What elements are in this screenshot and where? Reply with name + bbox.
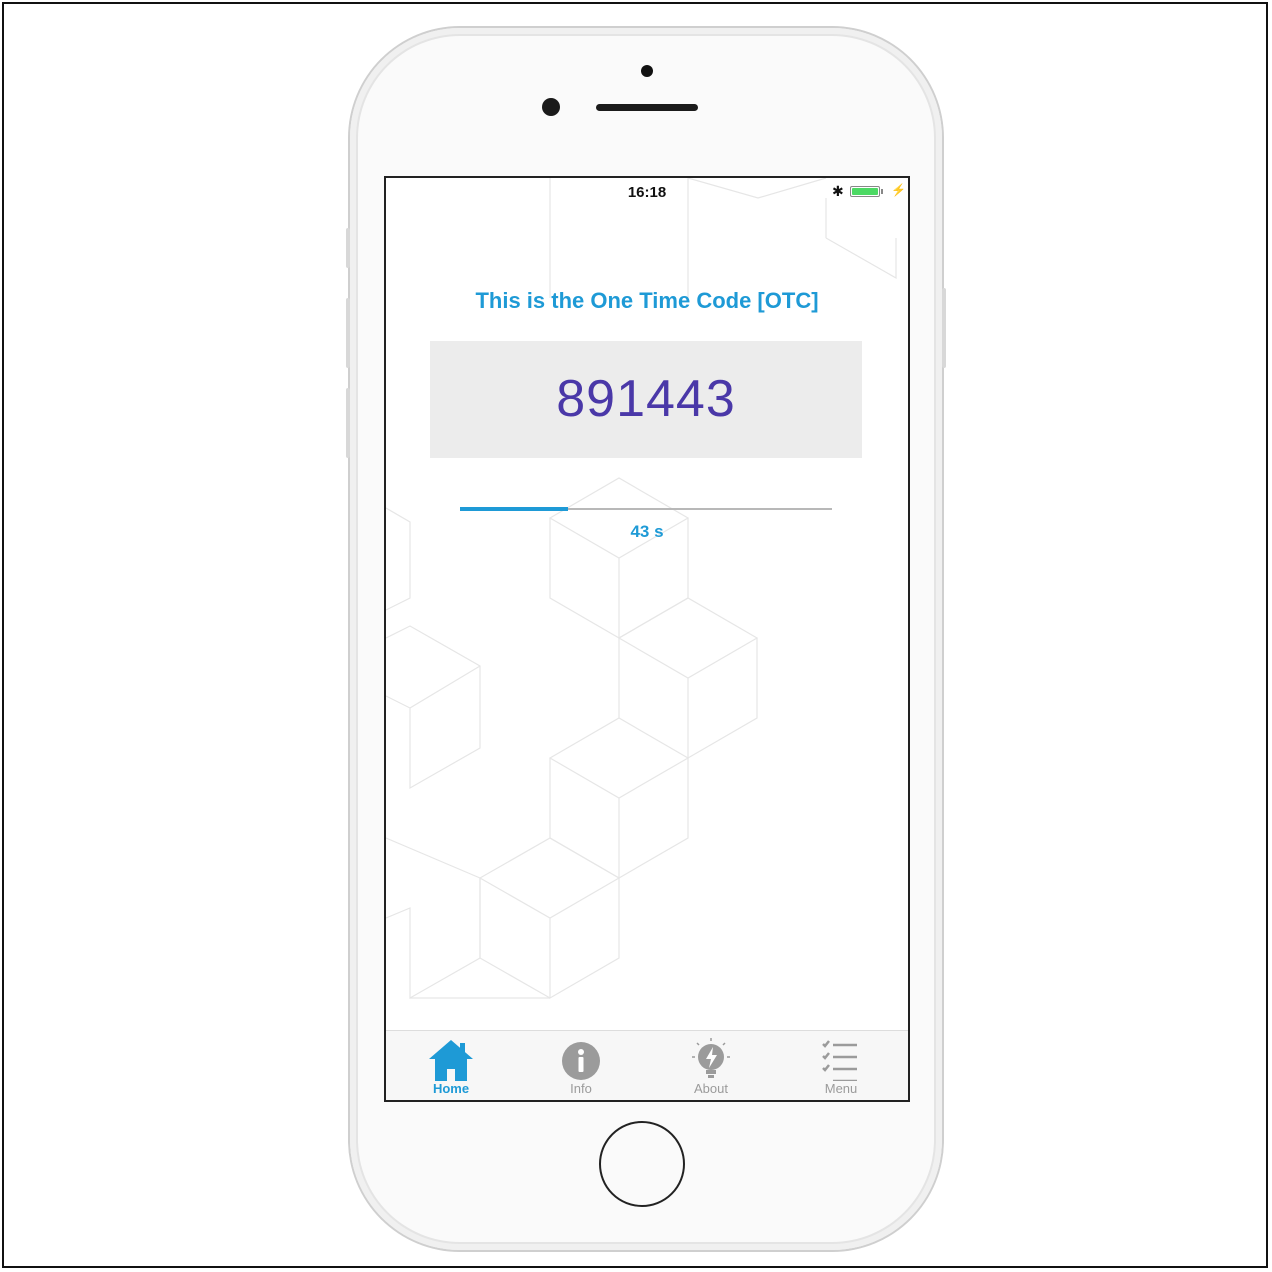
volume-down-button [346,388,350,458]
status-bar: 16:18 ✱ ⚡ [386,178,908,206]
otc-title: This is the One Time Code [OTC] [475,288,819,313]
status-time: 16:18 [627,184,667,201]
tab-info[interactable]: Info [516,1031,646,1100]
info-icon [562,1042,600,1080]
phone-screen: 16:18 ✱ ⚡ This is the One Time Code [OTC… [384,176,910,1102]
countdown-progress-fill [460,507,568,511]
otc-code: 891443 [556,370,736,428]
power-button [942,288,946,368]
tab-home[interactable]: Home [386,1031,516,1100]
tab-home-label: Home [432,1081,470,1096]
tab-bar: Home Info About Menu [386,1030,908,1100]
tab-menu[interactable]: Menu [776,1031,906,1100]
home-button[interactable] [599,1121,685,1207]
tab-about-label: About [694,1081,728,1096]
battery-icon [850,186,880,197]
charging-icon: ⚡ [891,183,906,197]
front-camera [542,98,560,116]
volume-up-button [346,298,350,368]
home-icon [429,1040,473,1081]
battery-tip [881,189,883,194]
checklist-icon [822,1040,857,1081]
countdown-progress-bar [460,507,832,511]
cube-background-pattern [386,178,897,1000]
tab-about[interactable]: About [646,1031,776,1100]
bluetooth-icon: ✱ [832,183,844,199]
lightbulb-icon [692,1038,730,1078]
mute-switch [346,228,350,268]
earpiece-speaker [596,104,698,111]
tab-menu-label: Menu [824,1081,858,1096]
tab-info-label: Info [570,1081,592,1096]
otc-code-box: 891443 [430,341,862,458]
countdown-label: 43 s [630,522,664,541]
proximity-sensor [641,65,653,77]
